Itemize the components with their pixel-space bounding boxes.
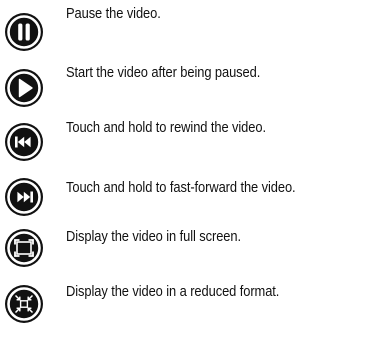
control-description: Touch and hold to fast-forward the video… xyxy=(66,179,296,196)
control-description: Start the video after being paused. xyxy=(66,64,261,81)
video-controls-list: Pause the video. Start the video after b… xyxy=(0,0,392,341)
rewind-icon xyxy=(4,122,44,162)
control-description: Display the video in full screen. xyxy=(66,228,241,245)
control-row-play: Start the video after being paused. xyxy=(0,55,392,107)
fast-forward-icon xyxy=(4,177,44,217)
control-row-pause: Pause the video. xyxy=(0,0,392,51)
control-description: Display the video in a reduced format. xyxy=(66,283,280,300)
control-row-rewind: Touch and hold to rewind the video. xyxy=(0,110,392,161)
pause-icon xyxy=(4,12,44,52)
control-row-fast-forward: Touch and hold to fast-forward the video… xyxy=(0,166,392,216)
control-row-full-screen: Display the video in full screen. xyxy=(0,218,392,267)
full-screen-icon xyxy=(4,228,44,268)
control-description: Pause the video. xyxy=(66,5,161,22)
control-row-reduced-format: Display the video in a reduced format. xyxy=(0,274,392,323)
control-description: Touch and hold to rewind the video. xyxy=(66,119,266,136)
play-icon xyxy=(4,68,44,108)
reduced-format-icon xyxy=(4,284,44,324)
